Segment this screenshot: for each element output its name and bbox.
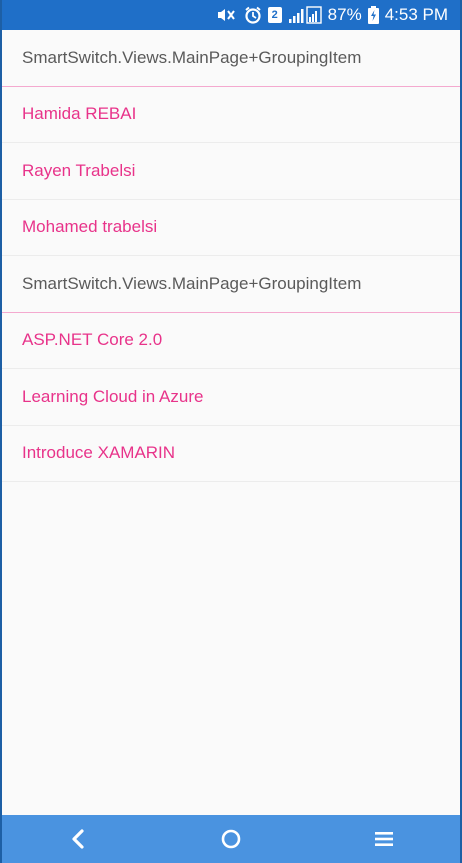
list-item-label: ASP.NET Core 2.0	[22, 330, 163, 350]
list-item-label: Mohamed trabelsi	[22, 217, 158, 237]
list-item[interactable]: Learning Cloud in Azure	[2, 369, 460, 426]
list-item-label: Rayen Trabelsi	[22, 160, 136, 180]
status-bar: 2 87% 4:53 PM	[2, 0, 460, 30]
list-item[interactable]: Hamida REBAI	[2, 87, 460, 143]
group-header-label: SmartSwitch.Views.MainPage+GroupingItem	[22, 47, 362, 67]
list-item[interactable]: Rayen Trabelsi	[2, 143, 460, 200]
battery-charging-icon	[367, 6, 379, 24]
list-item-label: Hamida REBAI	[22, 104, 137, 124]
menu-icon	[374, 832, 393, 846]
list-item[interactable]: ASP.NET Core 2.0	[2, 313, 460, 369]
group-header: SmartSwitch.Views.MainPage+GroupingItem	[2, 256, 460, 313]
group-header: SmartSwitch.Views.MainPage+GroupingItem	[2, 30, 460, 87]
battery-percent: 87%	[327, 5, 362, 24]
clock-time: 4:53 PM	[384, 5, 448, 24]
alarm-icon	[244, 6, 262, 24]
signal-icon	[288, 6, 322, 24]
group-header-label: SmartSwitch.Views.MainPage+GroupingItem	[22, 273, 362, 293]
list-item[interactable]: Introduce XAMARIN	[2, 426, 460, 482]
list-item-label: Introduce XAMARIN	[22, 443, 176, 463]
list-item[interactable]: Mohamed trabelsi	[2, 200, 460, 256]
home-icon	[221, 829, 241, 849]
list-item-label: Learning Cloud in Azure	[22, 386, 204, 406]
back-button[interactable]	[48, 815, 108, 863]
menu-button[interactable]	[354, 815, 414, 863]
home-button[interactable]	[201, 815, 261, 863]
sim-icon: 2	[267, 7, 282, 23]
navigation-bar	[2, 815, 460, 863]
grouped-list: SmartSwitch.Views.MainPage+GroupingItem …	[2, 30, 460, 482]
phone-screen: 2 87% 4:53 PM SmartSwitch.Views.MainPage…	[0, 0, 462, 863]
back-icon	[72, 829, 84, 849]
mute-vibrate-icon	[216, 7, 238, 23]
